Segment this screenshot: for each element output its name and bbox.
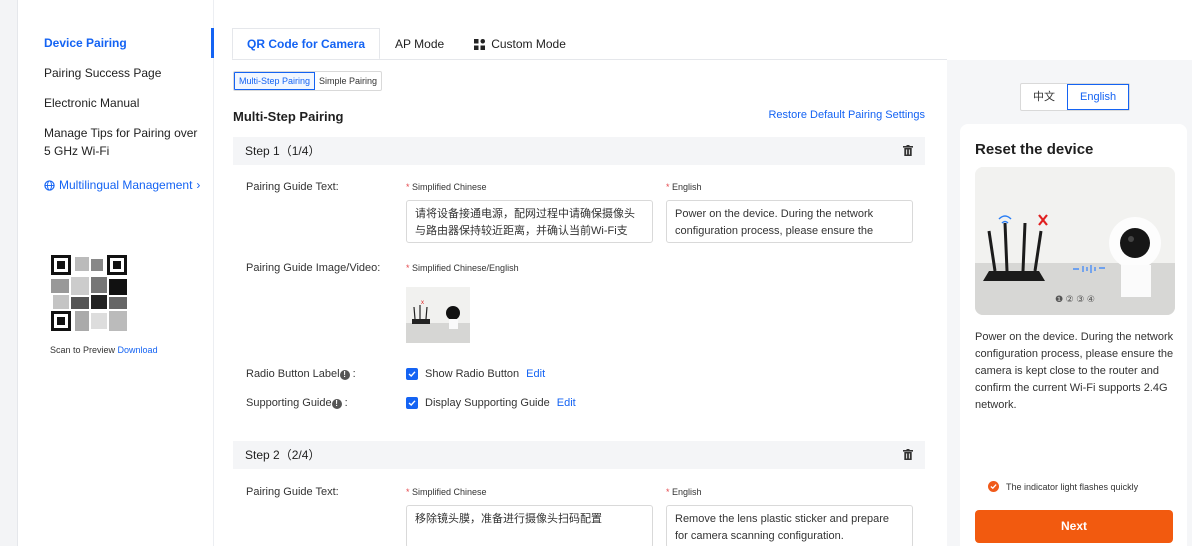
tab-ap-mode[interactable]: AP Mode [380,28,459,60]
display-supporting-guide-row: Display Supporting Guide Edit [406,397,576,409]
show-radio-button-label: Show Radio Button [425,368,520,380]
trash-icon[interactable] [903,145,913,156]
pairing-guide-text-label: Pairing Guide Text: [246,181,339,193]
en-field-label: * English [666,487,702,497]
app-shell: Device Pairing Pairing Success Page Elec… [17,0,1192,546]
main-panel: QR Code for Camera AP Mode Custom Mode M… [215,0,947,546]
scan-to-preview: Scan to Preview Download [50,345,158,355]
check-circle-icon [988,481,999,492]
tab-qr-code-for-camera[interactable]: QR Code for Camera [232,28,381,60]
display-supporting-guide-label: Display Supporting Guide [425,397,550,409]
info-icon[interactable]: ! [331,399,342,409]
image-pager[interactable]: ❶ ② ③ ④ [975,294,1175,305]
globe-icon [44,179,55,191]
step-2-zh-textarea[interactable]: 移除镜头膜，准备进行摄像头扫码配置 [406,505,653,546]
edit-supporting-guide-link[interactable]: Edit [557,397,576,409]
language-option-chinese[interactable]: 中文 [1021,84,1067,110]
en-field-label: * English [666,182,702,192]
sidebar-item-device-pairing[interactable]: Device Pairing [44,34,127,52]
language-option-english[interactable]: English [1067,84,1130,110]
preview-panel: 中文 English Reset the device ❶ ② ③ ④ Powe… [947,60,1192,546]
step-2-title: Step 2（2/4） [245,448,321,462]
preview-guide-image: ❶ ② ③ ④ [975,167,1175,315]
router-camera-illustration [975,167,1175,315]
show-radio-button-row: Show Radio Button Edit [406,368,545,380]
step-1-en-textarea[interactable]: Power on the device. During the network … [666,200,913,243]
step-1-zh-textarea[interactable]: 请将设备接通电源，配网过程中请确保摄像头与路由器保持较近距离，并确认当前Wi-F… [406,200,653,243]
sidebar: Device Pairing Pairing Success Page Elec… [18,0,214,546]
next-button[interactable]: Next [975,510,1173,543]
sidebar-active-indicator [211,28,214,58]
scan-label: Scan to Preview [50,345,116,355]
tab-custom-mode-label: Custom Mode [491,37,566,51]
zh-field-label: * Simplified Chinese [406,487,487,497]
info-icon[interactable]: ! [339,370,350,380]
pairing-guide-text-label: Pairing Guide Text: [246,486,339,498]
preview-qr-code [49,253,129,333]
chevron-right-icon: › [196,178,201,192]
multilingual-management-label: Multilingual Management [59,178,193,192]
pairing-guide-media-label: Pairing Guide Image/Video: [246,262,381,274]
grid-icon [474,38,486,50]
router-camera-image: x [406,287,470,343]
pairing-mode-tabs: QR Code for Camera AP Mode Custom Mode [232,28,581,60]
tab-custom-mode[interactable]: Custom Mode [459,28,581,60]
step-1-header: Step 1（1/4） [233,137,925,165]
multi-step-pairing-option[interactable]: Multi-Step Pairing [234,72,316,90]
edit-radio-label-link[interactable]: Edit [526,368,545,380]
zh-field-label: * Simplified Chinese [406,182,487,192]
step-2-header: Step 2（2/4） [233,441,925,469]
svg-text:x: x [421,300,424,306]
radio-button-label-field: Radio Button Label! : [246,368,356,380]
media-lang-label: * Simplified Chinese/English [406,263,519,273]
display-supporting-guide-checkbox[interactable] [406,397,418,409]
tabs-divider [232,59,947,60]
preview-hint-label: The indicator light flashes quickly [1006,481,1139,492]
sidebar-item-electronic-manual[interactable]: Electronic Manual [44,94,139,112]
preview-title: Reset the device [975,141,1094,158]
step-1-title: Step 1（1/4） [245,144,321,158]
section-title: Multi-Step Pairing [233,109,344,124]
pairing-type-switch: Multi-Step Pairing Simple Pairing [233,71,383,91]
sidebar-item-5ghz-tips[interactable]: Manage Tips for Pairing over 5 GHz Wi-Fi [44,124,204,160]
multilingual-management-link[interactable]: Multilingual Management › [44,176,200,194]
phone-preview: Reset the device ❶ ② ③ ④ Power on the de… [960,124,1187,546]
simple-pairing-option[interactable]: Simple Pairing [315,72,381,90]
sidebar-item-pairing-success-page[interactable]: Pairing Success Page [44,64,161,82]
restore-default-button[interactable]: Restore Default Pairing Settings [768,109,925,121]
preview-description: Power on the device. During the network … [975,331,1174,411]
preview-hint-option[interactable]: The indicator light flashes quickly [988,481,1138,492]
pairing-guide-image-thumbnail[interactable]: x [406,287,470,343]
show-radio-button-checkbox[interactable] [406,368,418,380]
preview-language-switch: 中文 English [1020,83,1131,111]
step-2-en-textarea[interactable]: Remove the lens plastic sticker and prep… [666,505,913,546]
trash-icon[interactable] [903,449,913,460]
supporting-guide-field: Supporting Guide! : [246,397,348,409]
download-link[interactable]: Download [118,345,158,355]
